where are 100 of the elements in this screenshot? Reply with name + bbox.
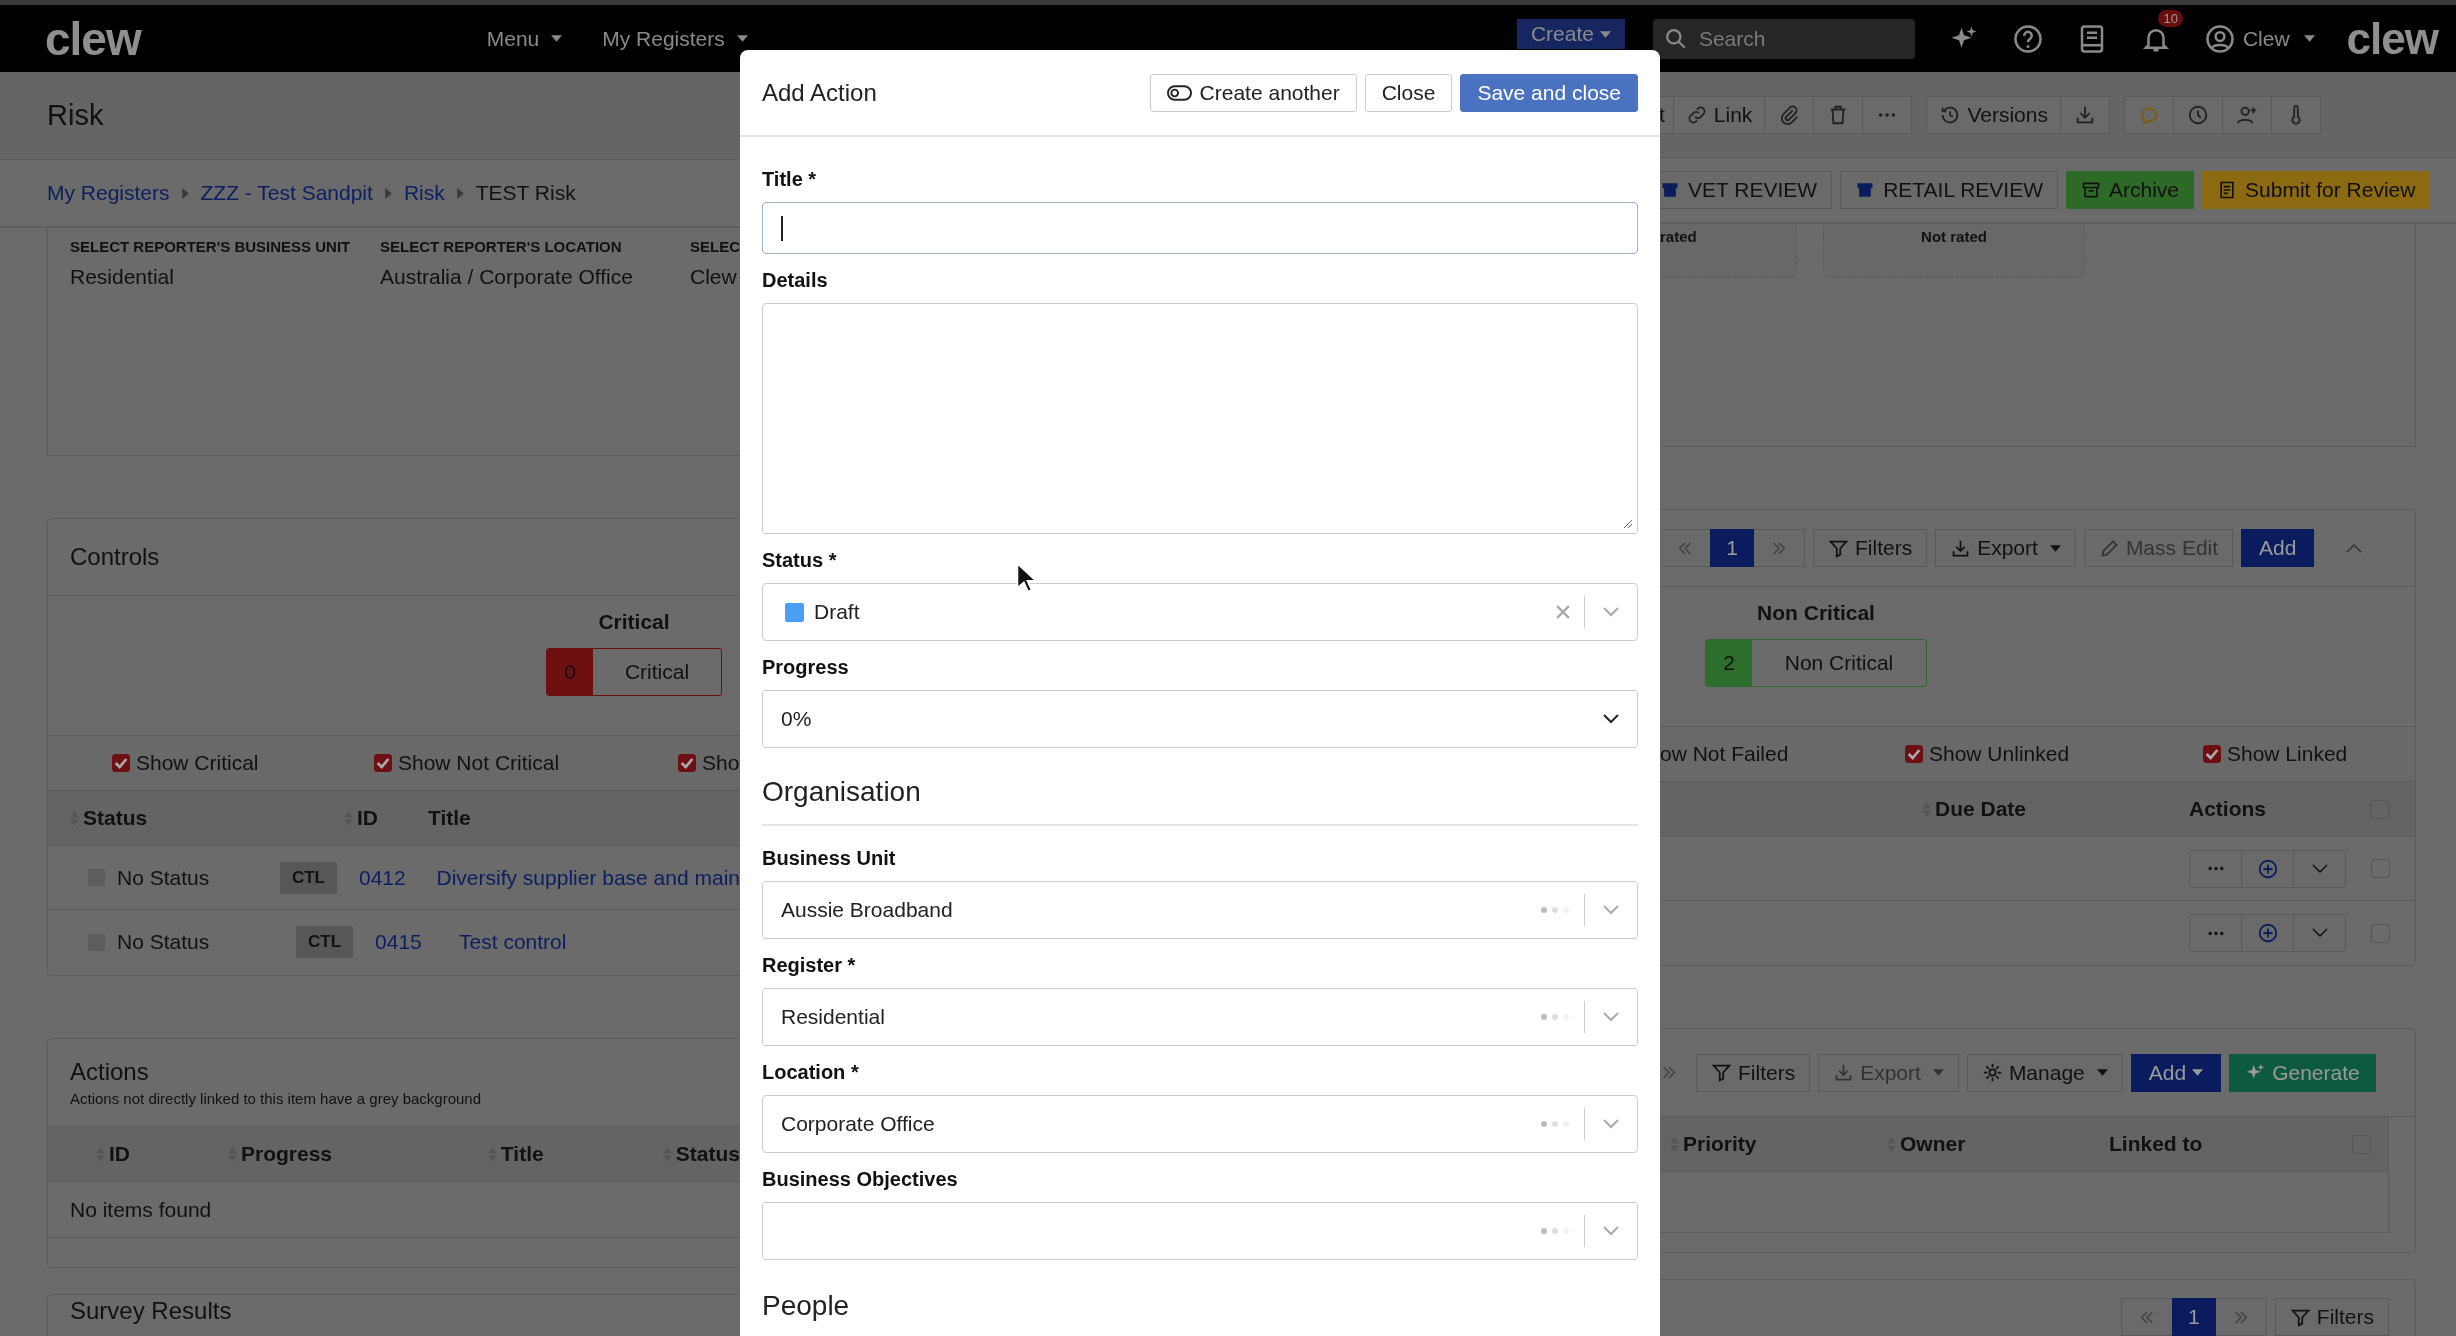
logo: clew — [2346, 16, 2438, 61]
resize-grip-icon[interactable] — [1623, 519, 1633, 529]
expand-button[interactable] — [2293, 915, 2345, 952]
filters-button[interactable]: Filters — [2274, 1298, 2389, 1336]
add-button[interactable]: Add — [2241, 529, 2315, 568]
breadcrumb-current: TEST Risk — [475, 181, 576, 205]
clock-button[interactable] — [2172, 95, 2223, 134]
chevron-right-icon — [456, 187, 464, 199]
field-value: Residential — [70, 265, 175, 289]
filters-button[interactable]: Filters — [1813, 529, 1928, 568]
expand-button[interactable] — [2293, 850, 2345, 887]
details-field[interactable] — [762, 303, 1638, 534]
section-title: Survey Results — [70, 1297, 232, 1324]
checkbox[interactable] — [678, 754, 696, 772]
selected-value: Aussie Broadband — [781, 898, 953, 922]
loading-dots-icon — [1540, 906, 1570, 914]
comment-button[interactable] — [2123, 95, 2174, 134]
title-field[interactable] — [762, 202, 1638, 254]
link-button[interactable]: Link — [1672, 95, 1766, 134]
title-link[interactable]: Test control — [459, 930, 567, 954]
text-cursor — [781, 215, 783, 241]
first-page-icon[interactable] — [1676, 541, 1694, 555]
download-button[interactable] — [2059, 95, 2110, 134]
lookup-select[interactable]: Aussie Broadband — [762, 881, 1638, 939]
column-header: Title — [428, 806, 471, 830]
generate-button[interactable]: Generate — [2229, 1053, 2376, 1092]
field-value: Australia / Corporate Office — [380, 265, 634, 289]
lookup-select[interactable] — [762, 1202, 1638, 1260]
selected-value: 0% — [781, 707, 812, 731]
field-label: Status * — [762, 549, 837, 572]
title-link[interactable]: Diversify supplier base and main — [436, 865, 740, 890]
checkbox[interactable] — [2203, 745, 2221, 764]
breadcrumb-link[interactable]: Risk — [403, 181, 445, 205]
user-menu[interactable]: Clew — [2204, 23, 2315, 54]
table-cell: No Status — [117, 865, 210, 890]
page-number[interactable]: 1 — [1710, 529, 1754, 568]
page-number[interactable]: 1 — [2171, 1298, 2216, 1336]
group-label: Critical — [623, 659, 691, 685]
clear-icon[interactable] — [1556, 605, 1570, 619]
chevron-down-icon — [1603, 607, 1619, 617]
thermometer-button[interactable] — [2270, 95, 2321, 134]
add-button[interactable]: Add — [2130, 1053, 2222, 1092]
column-header: ID — [357, 806, 378, 830]
first-page-icon[interactable] — [2137, 1310, 2156, 1324]
id-link[interactable]: 0415 — [375, 930, 460, 954]
search-field[interactable]: Search — [1652, 18, 1915, 59]
versions-button[interactable]: Versions — [1926, 95, 2061, 134]
help-icon[interactable] — [2012, 23, 2043, 54]
field-label: Register * — [762, 954, 856, 977]
lookup-select[interactable]: Residential — [762, 988, 1638, 1046]
last-page-icon[interactable] — [1660, 1066, 1678, 1080]
create-button[interactable]: Create — [1516, 19, 1625, 49]
chevron-down-icon — [1603, 905, 1619, 915]
status-select[interactable]: Draft — [762, 583, 1638, 641]
column-header: Actions — [2189, 797, 2267, 822]
collapse-chevron-icon[interactable] — [2346, 543, 2363, 554]
section-title: Actions — [70, 1058, 150, 1086]
count-badge-button[interactable]: 2 Non Critical — [1705, 639, 1927, 688]
export-button[interactable]: Export — [1818, 1053, 1959, 1092]
chevron-right-icon — [181, 187, 189, 199]
plus-circle-icon — [2256, 922, 2279, 945]
progress-dropdown[interactable]: 0% — [762, 690, 1638, 748]
logo[interactable]: clew — [45, 15, 141, 62]
save-and-close-button[interactable]: Save and close — [1460, 73, 1638, 112]
create-another-toggle[interactable]: Create another — [1149, 73, 1357, 112]
breadcrumb-link[interactable]: ZZZ - Test Sandpit — [200, 181, 373, 205]
attach-button[interactable] — [1764, 95, 1815, 134]
close-button[interactable]: Close — [1364, 73, 1453, 112]
workflow-button[interactable]: Archive — [2066, 171, 2195, 210]
chevron-down-icon — [1603, 1119, 1619, 1129]
checkbox[interactable] — [112, 754, 130, 772]
caret-icon — [736, 35, 748, 42]
add-user-button[interactable] — [2221, 95, 2272, 134]
plus-circle-icon — [2256, 857, 2279, 880]
filters-button[interactable]: Filters — [1696, 1053, 1811, 1092]
workflow-button[interactable]: Submit for Review — [2202, 171, 2431, 210]
manage-button[interactable]: Manage — [1966, 1053, 2123, 1092]
delete-button[interactable] — [1813, 95, 1864, 134]
chevron-down-icon — [1603, 714, 1619, 724]
count-value: 0 — [547, 649, 593, 695]
workflow-button[interactable]: RETAIL REVIEW — [1840, 171, 2058, 210]
id-link[interactable]: 0412 — [359, 865, 437, 890]
nav-menu[interactable]: My Registers — [602, 26, 748, 51]
count-badge-button[interactable]: 0 Critical — [546, 648, 722, 696]
workflow-button[interactable]: VET REVIEW — [1660, 171, 1833, 210]
type-tag: CTL — [279, 861, 337, 894]
export-button[interactable]: Export — [1935, 529, 2076, 568]
loading-dots-icon — [1540, 1013, 1570, 1021]
checkbox[interactable] — [374, 754, 392, 772]
caret-icon — [1932, 1069, 1944, 1077]
more-button[interactable] — [1862, 95, 1913, 134]
checkbox[interactable] — [1905, 745, 1923, 764]
caret-icon — [2049, 544, 2061, 552]
chevron-down-icon — [2311, 928, 2328, 939]
last-page-icon[interactable] — [1770, 541, 1788, 555]
mouse-pointer-icon — [1016, 562, 1036, 594]
breadcrumb-link[interactable]: My Registers — [47, 181, 170, 205]
mass-edit-button[interactable]: Mass Edit — [2083, 529, 2234, 568]
nav-menu[interactable]: Menu — [486, 26, 563, 51]
lookup-select[interactable]: Corporate Office — [762, 1095, 1638, 1153]
